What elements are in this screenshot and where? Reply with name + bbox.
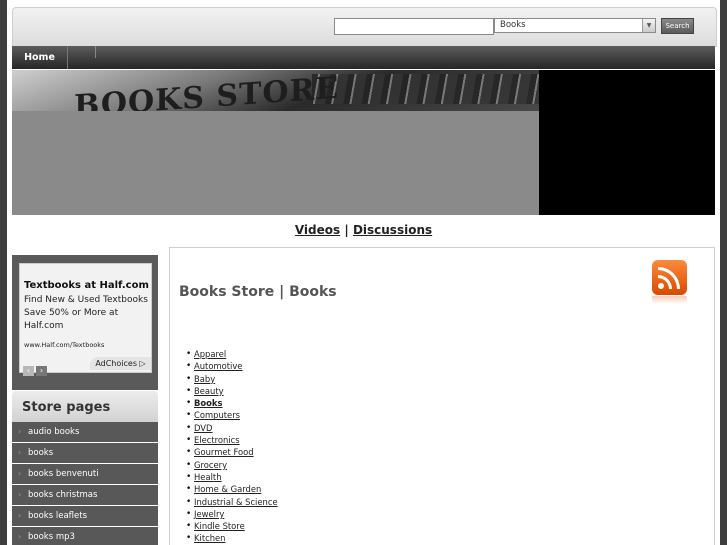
ad-prev-icon[interactable]: ‹ [23,366,34,376]
sidebar-item-books[interactable]: books [12,443,158,463]
videos-link[interactable]: Videos [295,223,340,237]
category-link[interactable]: Kindle Store [194,521,245,531]
ad-pager: ‹ › [23,358,49,376]
sidebar-item-books-leaflets[interactable]: books leaflets [12,506,158,526]
category-link[interactable]: Automotive [194,361,242,371]
sidebar-item-books-benvenuti[interactable]: books benvenuti [12,464,158,484]
category-link[interactable]: Apparel [194,349,226,359]
banner: BOOKS STORE [12,70,715,215]
nav-divider [95,46,96,58]
category-select-value: Books [500,20,526,30]
category-item[interactable]: Books [186,397,278,410]
category-link[interactable]: Books [194,398,222,408]
category-item[interactable]: Kindle Store [186,520,278,533]
category-select[interactable]: Books ▼ [494,18,656,33]
category-item[interactable]: Jewelry [186,508,278,521]
category-item[interactable]: Apparel [186,348,278,361]
category-link[interactable]: Jewelry [194,509,224,519]
main-nav: Home [12,46,715,69]
category-link[interactable]: Health [194,472,222,482]
media-links: Videos | Discussions [7,223,720,237]
sidebar: Textbooks at Half.com Find New & Used Te… [12,255,158,545]
ceiling-lights-image [312,74,539,104]
category-item[interactable]: Beauty [186,385,278,398]
search-button[interactable]: Search [661,18,694,34]
category-item[interactable]: Electronics [186,434,278,447]
sidebar-item-books-mp3[interactable]: books mp3 [12,527,158,545]
category-item[interactable]: Industrial & Science [186,496,278,509]
rss-icon[interactable] [652,260,687,295]
category-item[interactable]: Grocery [186,459,278,472]
banner-image: BOOKS STORE [12,70,539,111]
category-item[interactable]: Kitchen [186,532,278,545]
page: Books ▼ Search Home BOOKS STORE Videos |… [7,0,720,545]
category-item[interactable]: Computers [186,409,278,422]
store-pages-header: Store pages [12,391,158,422]
main-content: Books Store | Books Apparel Automotive Bab… [169,247,715,545]
adchoices-badge[interactable]: AdChoices ▷ [90,357,151,370]
category-item[interactable]: Health [186,471,278,484]
ad-title[interactable]: Textbooks at Half.com [24,280,149,291]
store-pages-title: Store pages [22,400,111,415]
ad-unit[interactable]: Textbooks at Half.com Find New & Used Te… [19,263,152,376]
sidebar-item-books-christmas[interactable]: books christmas [12,485,158,505]
category-link[interactable]: Industrial & Science [194,497,278,507]
rss-dot [658,283,664,289]
category-link[interactable]: Gourmet Food [194,447,254,457]
discussions-link[interactable]: Discussions [353,223,432,237]
ad-next-icon[interactable]: › [36,366,47,376]
category-list: Apparel Automotive Baby Beauty Books Computer… [186,348,278,545]
chevron-down-icon: ▼ [642,19,655,32]
video-player[interactable] [539,70,715,215]
sidebar-item-audio-books[interactable]: audio books [12,422,158,442]
search-input[interactable] [334,18,494,35]
category-item[interactable]: Gourmet Food [186,446,278,459]
media-links-separator: | [344,223,349,237]
category-item[interactable]: DVD [186,422,278,435]
category-link[interactable]: Home & Garden [194,484,261,494]
ad-box: Textbooks at Half.com Find New & Used Te… [12,255,158,390]
nav-home-link[interactable]: Home [12,46,68,69]
category-link[interactable]: Beauty [194,386,224,396]
category-link[interactable]: Kitchen [194,533,225,543]
category-item[interactable]: Automotive [186,360,278,373]
page-title: Books Store | Books [179,284,337,300]
category-link[interactable]: Baby [194,374,215,384]
ad-body: Find New & Used Textbooks Save 50% or Mo… [24,295,148,331]
category-link[interactable]: Electronics [194,435,240,445]
category-item[interactable]: Home & Garden [186,483,278,496]
store-pages-list: audio books books books benvenuti books … [12,422,158,545]
ad-url[interactable]: www.Half.com/Textbooks [24,341,104,349]
category-link[interactable]: DVD [194,423,212,433]
rss-icon-reflection [652,296,687,304]
category-link[interactable]: Computers [194,410,240,420]
category-item[interactable]: Baby [186,373,278,386]
banner-logo-text: BOOKS STORE [74,70,340,111]
category-link[interactable]: Grocery [194,460,227,470]
header-bar: Books ▼ Search [12,7,717,47]
